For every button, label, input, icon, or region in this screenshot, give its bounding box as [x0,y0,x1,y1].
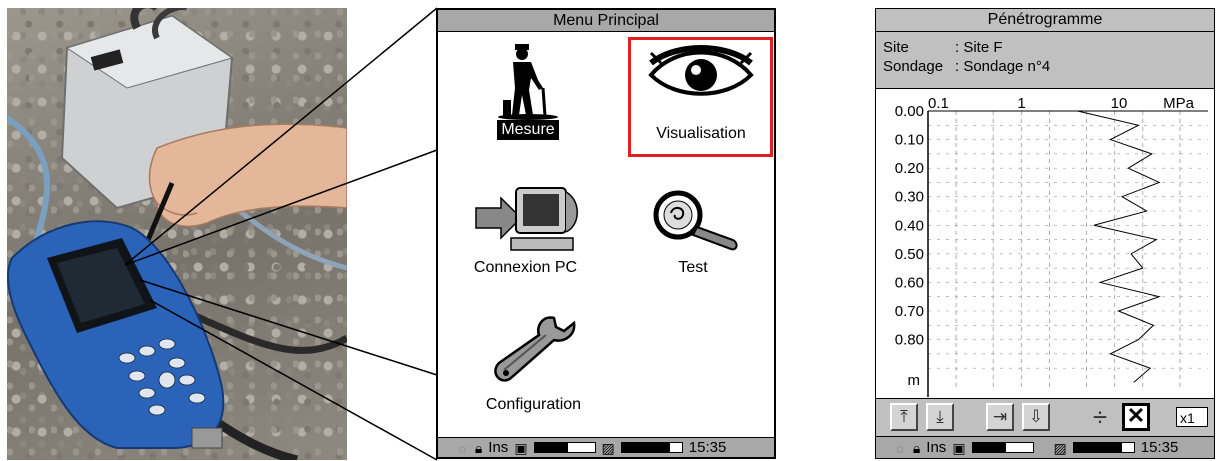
y-tick-label: 0.40 [895,217,924,234]
y-tick-label: 0.50 [895,246,924,263]
penetrogramme-screen: Pénétrogramme Site : Site F Sondage : Sond… [875,8,1215,459]
x-tick-label: 1 [1017,95,1025,112]
magnifier-icon [653,190,738,251]
ins-indicator: Ins [488,439,509,456]
y-unit-label: m [908,372,921,389]
battery-icon: ▨ [1053,439,1067,456]
menu-item-test[interactable]: Test [638,185,748,277]
y-tick-label: 0.00 [895,103,924,120]
menu-item-connexion-pc[interactable]: Connexion PC [468,180,583,277]
prev-button[interactable]: ⇥ [986,403,1014,431]
status-bar: ☼ 🔒︎ Ins ▣ ▨ 15:35 [876,436,1214,458]
divide-button[interactable]: ÷ [1086,403,1114,431]
menu-item-label: Connexion PC [473,259,578,276]
menu-item-label: Test [678,259,708,276]
close-button[interactable]: ✕ [1122,403,1150,431]
y-tick-label: 0.80 [895,332,924,349]
toolbar: ⤒ ⤓ ⇥ ⇩ ÷ ✕ x1 [876,398,1214,437]
clock: 15:35 [1140,439,1179,456]
scroll-top-button[interactable]: ⤒ [890,403,918,431]
x-tick-label: 10 [1111,95,1128,112]
lock-icon: 🔒︎ [912,439,921,456]
sun-icon: ☼ [456,439,469,456]
status-bar: ☼ 🔒︎ Ins ▣ ▨ 15:35 [438,437,774,457]
ins-indicator: Ins [926,439,947,456]
y-tick-label: 0.70 [895,303,924,320]
zoom-field[interactable]: x1 [1176,407,1208,427]
menu-item-label: Mesure [497,120,559,140]
y-tick-label: 0.60 [895,274,924,291]
page-down-button[interactable]: ⤓ [926,403,954,431]
y-tick-label: 0.20 [895,160,924,177]
y-tick-label: 0.30 [895,189,924,206]
menu-item-visualisation[interactable]: Visualisation [631,45,771,143]
x-unit-label: MPa [1163,95,1195,112]
menu-title: Menu Principal [438,10,774,32]
penetration-trace [1077,110,1161,383]
main-menu-screen: Menu Principal Mesure Visualisation Conn… [436,8,776,459]
menu-item-label: Visualisation [656,125,746,142]
penetrogram-chart: 0.1 1 10 MPa 0.00 0.10 0.20 0.30 0.40 0.50 0.60 0.7… [895,95,1208,397]
site-value: : Site F [955,39,1003,56]
down-button[interactable]: ⇩ [1022,403,1050,431]
eye-icon [648,45,754,96]
menu-item-label: Configuration [485,396,582,413]
clock: 15:35 [688,439,727,456]
wrench-icon [493,316,575,382]
memory-icon: ▣ [952,439,966,456]
y-tick-label: 0.10 [895,132,924,149]
menu-item-configuration[interactable]: Configuration [466,315,601,414]
computer-icon [474,187,578,251]
person-measuring-icon [498,44,558,120]
sun-icon: ☼ [894,439,907,456]
lock-icon: 🔒︎ [474,439,483,456]
menu-item-mesure[interactable]: Mesure [483,40,573,140]
battery-level-1 [971,442,1034,453]
sondage-label: Sondage [883,58,944,75]
memory-icon: ▣ [514,439,528,456]
battery-level-2 [1072,442,1135,453]
x-tick-label: 0.1 [928,95,949,112]
site-label: Site [883,39,909,56]
info-panel: Site : Site F Sondage : Sondage n°4 [876,32,1214,89]
screen-title: Pénétrogramme [876,9,1214,32]
battery-level-1 [533,442,596,453]
battery-level-2 [620,442,683,453]
sondage-value: : Sondage n°4 [955,58,1051,75]
battery-icon: ▨ [601,439,615,456]
